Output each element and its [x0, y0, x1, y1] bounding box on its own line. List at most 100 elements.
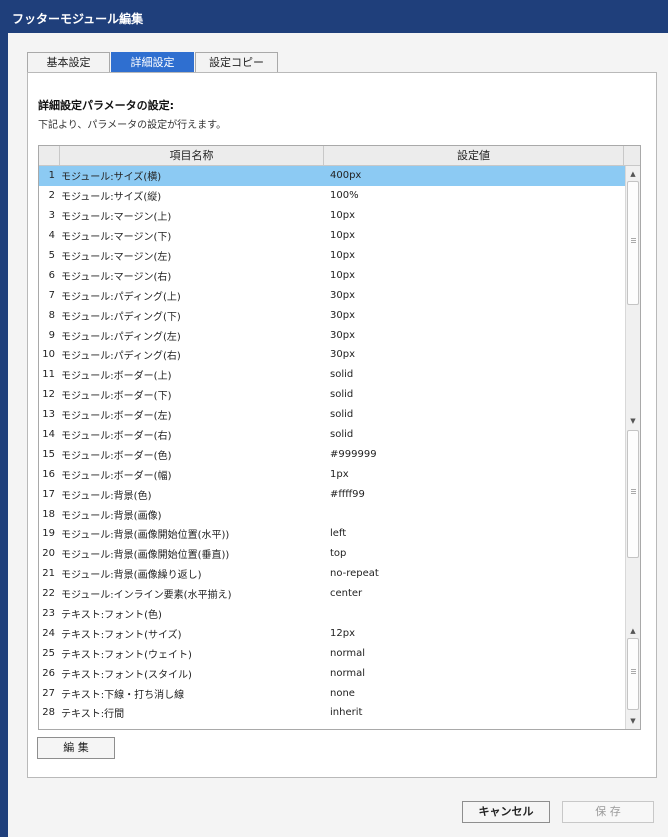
table-row[interactable]: 19 モジュール:背景(画像開始位置(水平)) left — [39, 524, 625, 544]
table-row[interactable]: 1 モジュール:サイズ(横) 400px — [39, 166, 625, 186]
header-number-cell — [39, 146, 60, 165]
row-setting-value: 100% — [330, 190, 359, 202]
row-item-name: テキスト:行間 — [61, 709, 125, 721]
row-number: 4 — [48, 230, 55, 242]
row-item-name: モジュール:ボーダー(幅) — [61, 470, 172, 482]
edit-button[interactable]: 編 集 — [37, 737, 115, 759]
table-row[interactable]: 15 モジュール:ボーダー(色) #999999 — [39, 444, 625, 464]
row-setting-value: top — [330, 548, 347, 560]
table-row[interactable]: 18 モジュール:背景(画像) — [39, 504, 625, 524]
row-item-name: モジュール:ボーダー(上) — [61, 371, 172, 383]
save-button[interactable]: 保 存 — [562, 801, 654, 823]
row-number: 26 — [42, 667, 55, 679]
row-item-name: テキスト:フォント(ウェイト) — [61, 649, 192, 661]
header-filler — [624, 146, 640, 165]
table-row[interactable]: 11 モジュール:ボーダー(上) solid — [39, 365, 625, 385]
row-setting-value: no-repeat — [330, 568, 379, 580]
row-item-name: モジュール:マージン(下) — [61, 232, 172, 244]
tab-basic-settings[interactable]: 基本設定 — [27, 52, 110, 73]
row-setting-value: inherit — [330, 707, 363, 719]
table-row[interactable]: 23 テキスト:フォント(色) — [39, 604, 625, 624]
scroll-up-arrow-icon[interactable]: ▲ — [627, 625, 639, 637]
scroll-thumb[interactable] — [627, 430, 639, 558]
table-row[interactable]: 4 モジュール:マージン(下) 10px — [39, 226, 625, 246]
cancel-button[interactable]: キャンセル — [462, 801, 550, 823]
row-setting-value: 10px — [330, 210, 355, 222]
section-heading: 詳細設定パラメータの設定: — [38, 99, 175, 112]
scroll-down-arrow-icon[interactable]: ▼ — [627, 415, 639, 427]
row-item-name: テキスト:フォント(サイズ) — [61, 629, 182, 641]
table-row[interactable]: 2 モジュール:サイズ(縦) 100% — [39, 186, 625, 206]
table-row[interactable]: 16 モジュール:ボーダー(幅) 1px — [39, 464, 625, 484]
row-setting-value: center — [330, 588, 363, 600]
row-number: 15 — [42, 448, 55, 460]
table-row[interactable]: 8 モジュール:パディング(下) 30px — [39, 305, 625, 325]
table-row[interactable]: 3 モジュール:マージン(上) 10px — [39, 206, 625, 226]
table-row[interactable]: 10 モジュール:パディング(右) 30px — [39, 345, 625, 365]
row-number: 7 — [48, 289, 55, 301]
row-item-name: モジュール:ボーダー(色) — [61, 450, 172, 462]
tab-copy-settings[interactable]: 設定コピー — [195, 52, 278, 73]
row-item-name: モジュール:背景(画像繰り返し) — [61, 570, 202, 582]
table-row[interactable]: 27 テキスト:下線・打ち消し線 none — [39, 683, 625, 703]
table-row[interactable]: 12 モジュール:ボーダー(下) solid — [39, 385, 625, 405]
row-setting-value: solid — [330, 429, 354, 441]
header-item-name[interactable]: 項目名称 — [60, 146, 324, 165]
row-number: 5 — [48, 250, 55, 261]
row-setting-value: normal — [330, 667, 366, 679]
row-setting-value: 400px — [330, 170, 362, 182]
table-row[interactable]: 14 モジュール:ボーダー(右) solid — [39, 425, 625, 445]
row-number: 11 — [42, 369, 55, 381]
row-item-name: モジュール:マージン(左) — [61, 252, 172, 263]
row-setting-value: #999999 — [330, 448, 377, 460]
section-description: 下記より、パラメータの設定が行えます。 — [38, 120, 227, 131]
table-row[interactable]: 5 モジュール:マージン(左) 10px — [39, 246, 625, 266]
table-row[interactable]: 22 モジュール:インライン要素(水平揃え) center — [39, 584, 625, 604]
table-row[interactable]: 13 モジュール:ボーダー(左) solid — [39, 405, 625, 425]
row-setting-value: 30px — [330, 349, 355, 361]
row-number: 13 — [42, 409, 55, 421]
table-row[interactable]: 25 テキスト:フォント(ウェイト) normal — [39, 643, 625, 663]
scroll-thumb[interactable] — [627, 638, 639, 710]
table-row[interactable]: 9 モジュール:パディング(左) 30px — [39, 325, 625, 345]
row-number: 27 — [42, 687, 55, 699]
table-row[interactable]: 28 テキスト:行間 inherit — [39, 703, 625, 723]
table-row[interactable]: 17 モジュール:背景(色) #ffff99 — [39, 484, 625, 504]
row-item-name: モジュール:パディング(右) — [61, 351, 181, 363]
parameter-grid: 項目名称 設定値 1 モジュール:サイズ(横) 400px 2 モジュール:サイズ(縦)… — [38, 145, 641, 730]
grid-rows: 1 モジュール:サイズ(横) 400px 2 モジュール:サイズ(縦) 100% 3 モジュー… — [39, 166, 625, 723]
row-number: 24 — [42, 627, 55, 639]
scroll-thumb[interactable] — [627, 181, 639, 305]
table-row[interactable]: 24 テキスト:フォント(サイズ) 12px — [39, 623, 625, 643]
table-row[interactable]: 20 モジュール:背景(画像開始位置(垂直)) top — [39, 544, 625, 564]
row-number: 21 — [42, 568, 55, 580]
row-setting-value: 10px — [330, 269, 355, 281]
table-row[interactable]: 6 モジュール:マージン(右) 10px — [39, 265, 625, 285]
row-setting-value: #ffff99 — [330, 488, 365, 500]
row-item-name: モジュール:インライン要素(水平揃え) — [61, 590, 232, 602]
row-number: 10 — [42, 349, 55, 361]
scroll-down-arrow-icon[interactable]: ▼ — [627, 715, 639, 727]
row-item-name: モジュール:マージン(右) — [61, 271, 172, 283]
row-setting-value: solid — [330, 389, 354, 401]
table-row[interactable]: 21 モジュール:背景(画像繰り返し) no-repeat — [39, 564, 625, 584]
row-item-name: テキスト:フォント(色) — [61, 610, 162, 622]
row-number: 20 — [42, 548, 55, 560]
row-setting-value: 10px — [330, 250, 355, 261]
row-setting-value: solid — [330, 369, 354, 381]
row-number: 17 — [42, 488, 55, 500]
row-number: 18 — [42, 508, 55, 520]
tab-detail-settings[interactable]: 詳細設定 — [111, 52, 194, 73]
row-setting-value: 30px — [330, 289, 355, 301]
row-number: 12 — [42, 389, 55, 401]
row-number: 3 — [48, 210, 55, 222]
grid-scrollbar[interactable]: ▲ ▼ ▲ ▼ — [625, 166, 640, 729]
row-setting-value: 10px — [330, 230, 355, 242]
scroll-up-arrow-icon[interactable]: ▲ — [627, 168, 639, 180]
row-setting-value: 30px — [330, 309, 355, 321]
row-number: 8 — [48, 309, 55, 321]
table-row[interactable]: 7 モジュール:パディング(上) 30px — [39, 285, 625, 305]
header-setting-value[interactable]: 設定値 — [324, 146, 624, 165]
table-row[interactable]: 26 テキスト:フォント(スタイル) normal — [39, 663, 625, 683]
row-number: 19 — [42, 528, 55, 540]
